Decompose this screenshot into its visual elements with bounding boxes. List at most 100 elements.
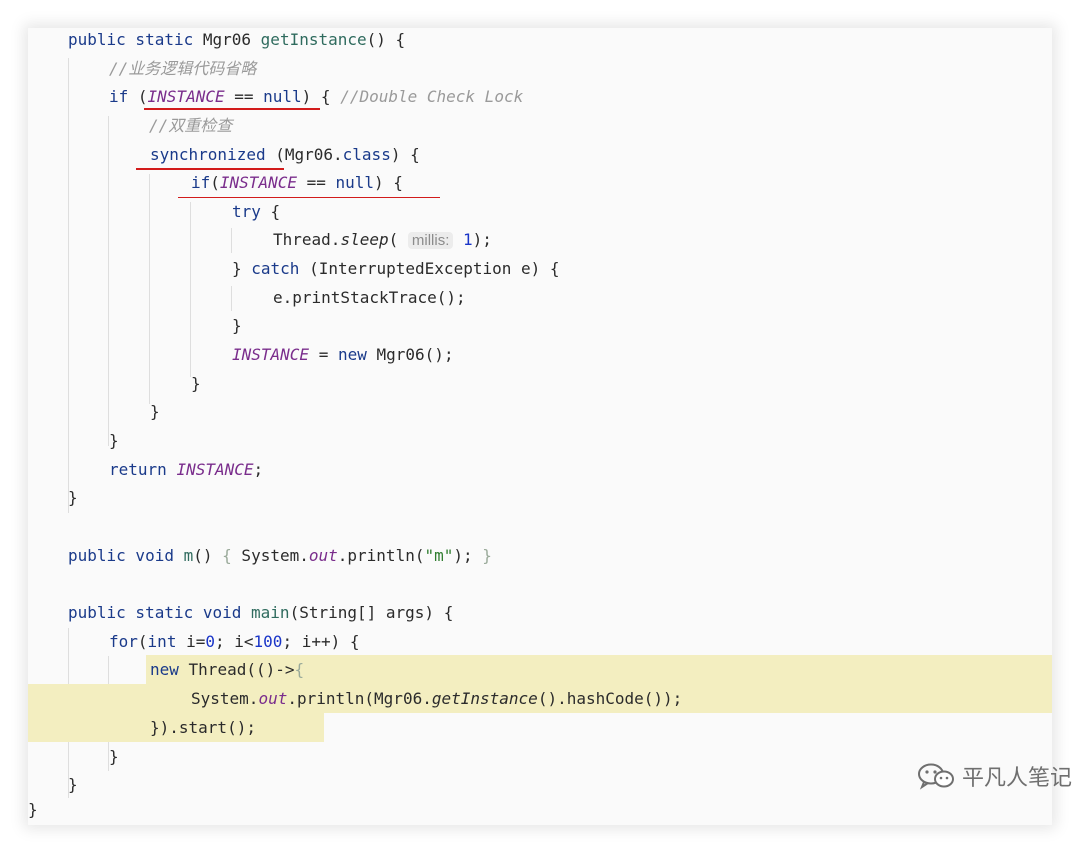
keyword: public void <box>68 546 174 565</box>
code-line: } <box>28 483 1052 512</box>
keyword: catch <box>251 259 300 278</box>
code-line-highlighted: new Thread(()->{ <box>28 655 1052 684</box>
code-line: Thread.sleep( millis: 1); <box>28 225 1052 254</box>
red-underline-annotation <box>136 168 284 170</box>
code-text: ; i< <box>215 632 254 651</box>
field-out: out <box>258 689 288 708</box>
code-text: ( <box>210 173 220 192</box>
code-line: if (INSTANCE == null) { //Double Check L… <box>28 82 1052 111</box>
keyword: return <box>109 460 167 479</box>
code-text: = <box>309 345 338 364</box>
method-name: sleep <box>340 230 389 249</box>
red-underline-annotation <box>144 108 320 110</box>
code-text: } <box>109 747 119 766</box>
code-editor: public static Mgr06 getInstance() { //业务… <box>28 28 1052 825</box>
code-text: } <box>150 402 160 421</box>
code-text: .println(Mgr06. <box>287 689 432 708</box>
keyword: if <box>109 87 129 106</box>
code-line: //业务逻辑代码省略 <box>28 54 1052 83</box>
code-text: } <box>191 374 201 393</box>
keyword: for <box>109 632 138 651</box>
code-text: i= <box>176 632 206 651</box>
code-text: .println( <box>337 546 425 565</box>
code-text: System. <box>231 546 309 565</box>
keyword: public static void <box>68 603 242 622</box>
watermark: 平凡人笔记 <box>916 760 1072 792</box>
code-text: } <box>68 775 78 794</box>
code-line: //双重检查 <box>28 111 1052 140</box>
field-out: out <box>308 546 338 565</box>
code-text: ; i++) { <box>282 632 360 651</box>
code-text: { <box>260 202 281 221</box>
keyword: new <box>150 660 179 679</box>
code-line-highlighted: System.out.println(Mgr06.getInstance().h… <box>28 684 1052 713</box>
parameter-hint: millis: <box>407 232 454 249</box>
code-text: e.printStackTrace(); <box>273 288 466 307</box>
field-instance: INSTANCE <box>232 345 310 364</box>
code-text: ); <box>472 230 492 249</box>
code-text: } <box>232 259 252 278</box>
code-text: Mgr06(); <box>366 345 454 364</box>
keyword: if <box>191 173 211 192</box>
string-literal: "m" <box>424 546 454 565</box>
code-text: ); <box>453 546 483 565</box>
code-text: ( <box>137 632 148 651</box>
method-name: getInstance <box>260 30 367 49</box>
fold-marker[interactable]: } <box>482 546 492 565</box>
code-line: for(int i=0; i<100; i++) { <box>28 627 1052 656</box>
wechat-icon <box>917 763 954 790</box>
code-line: return INSTANCE; <box>28 455 1052 484</box>
red-underline-annotation <box>178 197 440 198</box>
code-text: Thread(()-> <box>178 660 295 679</box>
code-line: public void m() { System.out.println("m"… <box>28 541 1052 570</box>
code-line: if(INSTANCE == null) { <box>28 168 1052 197</box>
code-text: ( <box>388 230 408 249</box>
code-text: } <box>109 431 119 450</box>
code-text: System. <box>191 689 259 708</box>
code-text: (InterruptedException e) { <box>299 259 560 278</box>
number-literal: 1 <box>453 230 473 249</box>
code-line: synchronized (Mgr06.class) { <box>28 140 1052 169</box>
fold-marker[interactable]: { <box>222 546 232 565</box>
keyword: synchronized <box>150 145 266 164</box>
code-text: () { <box>366 30 406 49</box>
keyword: class <box>342 145 391 164</box>
code-text: ) { <box>374 173 403 192</box>
code-line: public static Mgr06 getInstance() { <box>28 28 1052 54</box>
code-line: } <box>28 369 1052 398</box>
keyword: null <box>335 173 375 192</box>
code-line-highlighted: }).start(); <box>28 713 1052 742</box>
number-literal: 100 <box>253 632 283 651</box>
code-text: ) { <box>390 145 420 164</box>
code-text: } <box>232 316 242 335</box>
watermark-text: 平凡人笔记 <box>961 766 1072 791</box>
code-text: (String[] args) { <box>289 603 454 622</box>
keyword: public static <box>68 30 194 49</box>
code-line: } <box>28 397 1052 426</box>
fold-marker[interactable]: { <box>295 660 305 679</box>
code-text: ; <box>253 460 264 479</box>
field-instance: INSTANCE <box>219 173 297 192</box>
code-text: ().hashCode()); <box>537 689 683 708</box>
field-instance: INSTANCE <box>147 87 225 106</box>
comment: //双重检查 <box>149 116 233 135</box>
code-line: } catch (InterruptedException e) { <box>28 254 1052 283</box>
keyword: new <box>337 345 367 364</box>
method-name: main <box>251 603 290 622</box>
code-text: Thread. <box>273 230 341 249</box>
number-literal: 0 <box>205 632 215 651</box>
keyword: int <box>147 632 177 651</box>
keyword: try <box>232 202 261 221</box>
code-text: () <box>193 546 223 565</box>
code-text: (Mgr06. <box>265 145 343 164</box>
comment: //业务逻辑代码省略 <box>109 59 257 78</box>
code-text: ( <box>128 87 148 106</box>
code-line: INSTANCE = new Mgr06(); <box>28 340 1052 369</box>
code-line: } <box>28 742 1052 771</box>
code-line: try { <box>28 197 1052 226</box>
method-name: getInstance <box>431 689 538 708</box>
comment: //Double Check Lock <box>340 87 524 106</box>
code-text: == <box>224 87 264 106</box>
